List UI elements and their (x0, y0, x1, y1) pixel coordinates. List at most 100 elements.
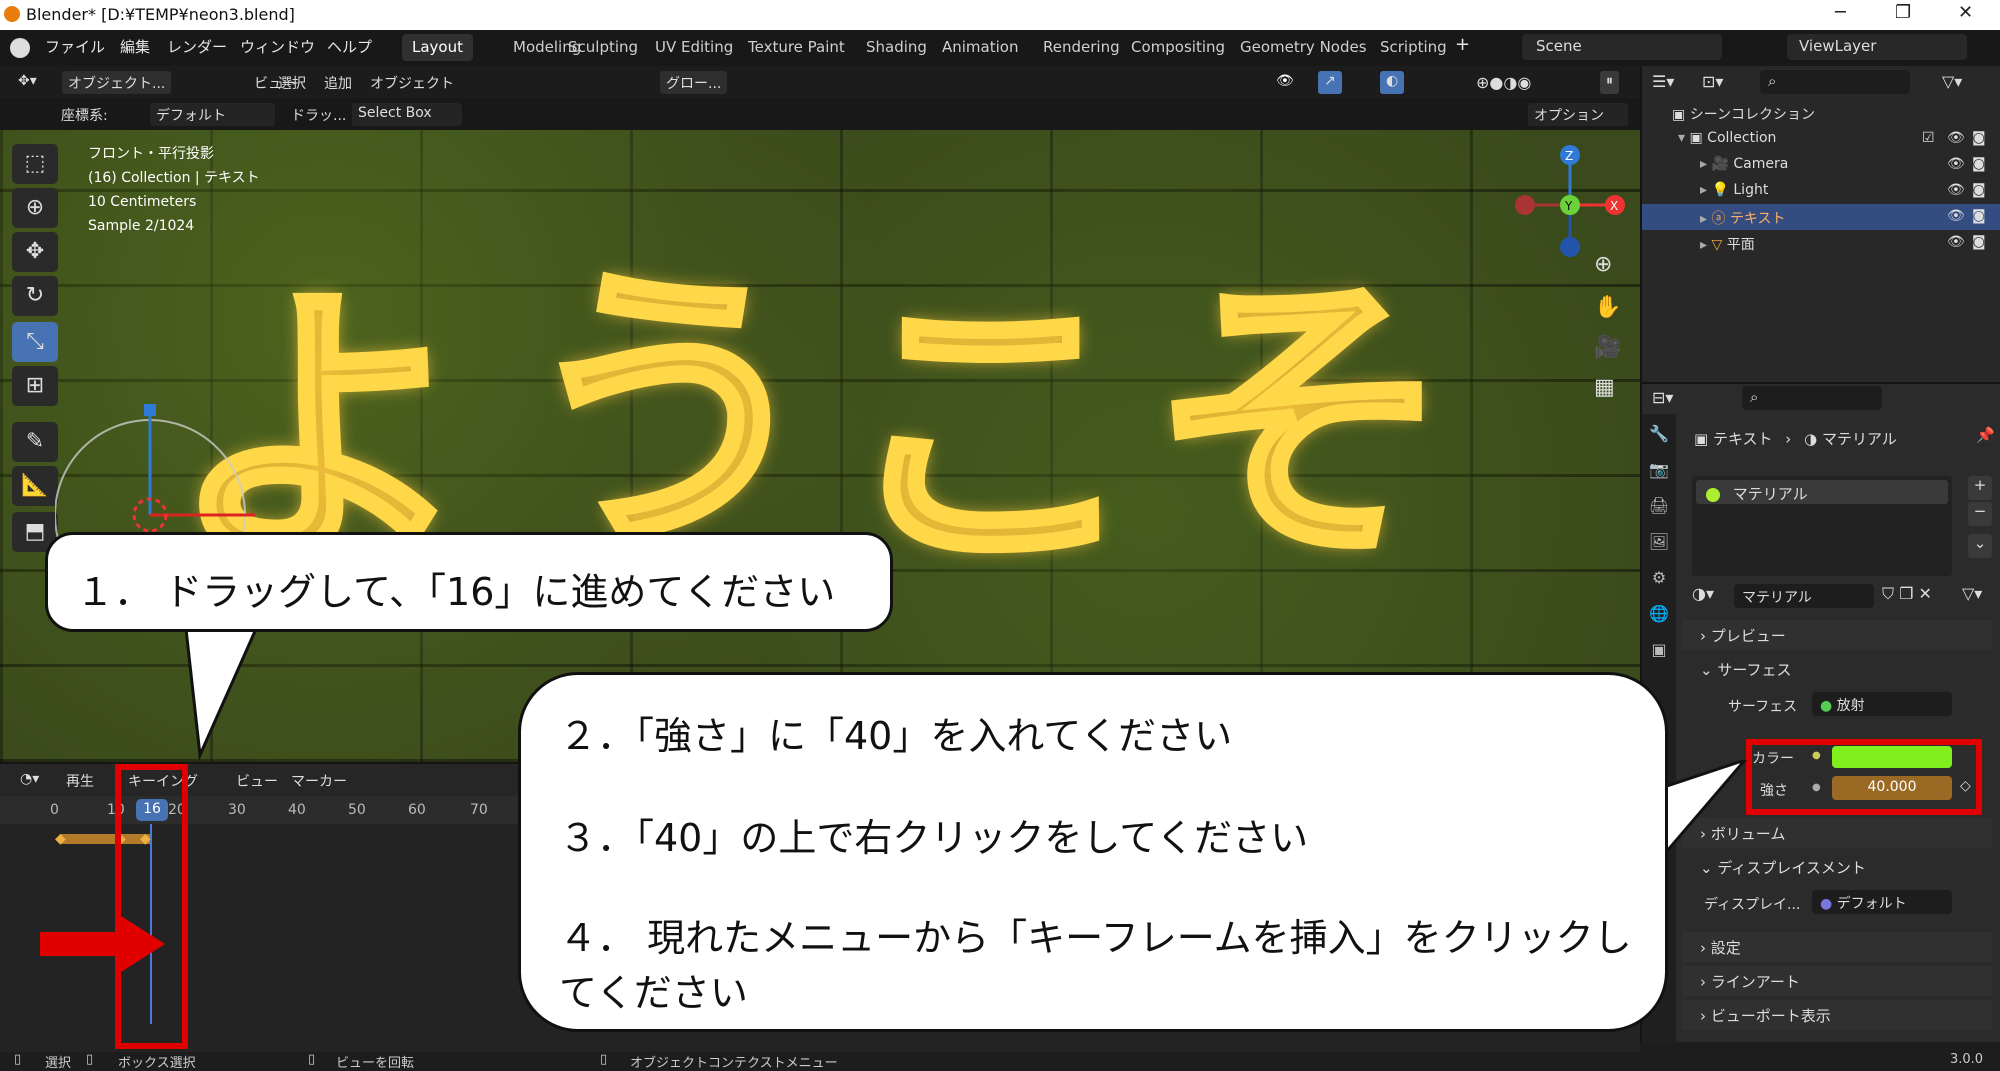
zoom-icon[interactable]: ⊕ (1594, 252, 1612, 277)
minimize-button[interactable]: ─ (1835, 2, 1846, 23)
outliner-row-text[interactable]: ▸ ⓐ テキスト 👁 ◙ (1642, 204, 2000, 230)
keyframe-diamond-icon[interactable]: ◆ (55, 831, 66, 847)
properties-editor-type-icon[interactable]: ⊟▾ (1652, 388, 1673, 407)
material-slot[interactable]: マテリアル (1696, 480, 1948, 504)
grid-view-icon[interactable]: ▦ (1594, 375, 1615, 400)
outliner-row-collection[interactable]: ▾ ▣ Collection ☑ 👁 ◙ (1642, 126, 2000, 152)
menu-marker[interactable]: マーカー (285, 769, 353, 792)
properties-search-input[interactable]: ⌕ (1742, 386, 1882, 410)
blender-menu-icon[interactable] (10, 38, 30, 58)
section-viewport-display[interactable]: › ビューポート表示 (1682, 1000, 1992, 1030)
tool-tab-icon[interactable]: 🔧 (1646, 424, 1672, 450)
tab-rendering[interactable]: Rendering (1033, 34, 1130, 61)
transform-orientation[interactable]: グロー... (660, 71, 728, 94)
expand-arrow-icon[interactable]: ▸ (1700, 182, 1711, 198)
expand-arrow-icon[interactable]: ▸ (1700, 156, 1711, 172)
pin-icon[interactable]: 📌 (1976, 426, 1995, 444)
select-box-dropdown[interactable]: Select Box (352, 103, 462, 126)
visibility-eye-icon[interactable]: 👁 (1947, 182, 1965, 198)
view-layer-selector[interactable]: ViewLayer (1787, 34, 1967, 60)
select-tool-icon[interactable]: ⬚ (12, 144, 58, 184)
restore-button[interactable]: ❐ (1895, 2, 1911, 23)
render-camera-icon[interactable]: ◙ (1972, 182, 1986, 198)
scale-tool-icon[interactable]: ⤡ (12, 322, 58, 362)
render-camera-icon[interactable]: ◙ (1972, 208, 1986, 224)
tab-uv-editing[interactable]: UV Editing (645, 34, 743, 61)
close-button[interactable]: ✕ (1958, 2, 1973, 23)
filter-icon[interactable]: ▽▾ (1942, 72, 1962, 91)
outliner-row-scene-collection[interactable]: ▣ シーンコレクション (1642, 100, 2000, 126)
menu-select[interactable]: 選択 (272, 71, 312, 94)
slot-menu-button[interactable]: ⌄ (1968, 534, 1992, 558)
tab-layout[interactable]: Layout (402, 34, 473, 61)
material-actions-icon[interactable]: ⛉ ❐ ✕ (1882, 584, 1932, 604)
menu-help[interactable]: ヘルプ (327, 36, 372, 57)
menu-edit[interactable]: 編集 (120, 36, 150, 57)
displacement-field[interactable]: ● デフォルト (1812, 890, 1952, 914)
menu-timeline-view[interactable]: ビュー (230, 769, 284, 792)
outliner-row-camera[interactable]: ▸ 🎥 Camera 👁 ◙ (1642, 152, 2000, 178)
section-preview[interactable]: › プレビュー (1682, 620, 1992, 650)
material-link-icon[interactable]: ▽▾ (1962, 584, 1982, 603)
menu-file[interactable]: ファイル (45, 36, 105, 57)
outliner-search-input[interactable]: ⌕ (1760, 70, 1910, 94)
move-tool-icon[interactable]: ✥ (12, 232, 58, 272)
tab-shading[interactable]: Shading (856, 34, 937, 61)
menu-render[interactable]: レンダー (167, 36, 227, 57)
tab-texture-paint[interactable]: Texture Paint (738, 34, 855, 61)
section-lineart[interactable]: › ラインアート (1682, 966, 1992, 996)
expand-arrow-icon[interactable]: ▾ (1678, 130, 1689, 146)
scene-tab-icon[interactable]: ⚙ (1646, 568, 1672, 594)
expand-arrow-icon[interactable]: ▸ (1700, 211, 1711, 227)
menu-add[interactable]: 追加 (318, 71, 358, 94)
expand-arrow-icon[interactable]: ▸ (1700, 237, 1711, 253)
tab-compositing[interactable]: Compositing (1121, 34, 1235, 61)
cursor-tool-icon[interactable]: ⊕ (12, 188, 58, 228)
menu-object[interactable]: オブジェクト (364, 71, 460, 94)
remove-slot-button[interactable]: − (1968, 502, 1992, 526)
collection-tab-icon[interactable]: ▣ (1646, 640, 1672, 666)
transform-tool-icon[interactable]: ⊞ (12, 366, 58, 406)
tab-sculpting[interactable]: Sculpting (558, 34, 648, 61)
material-name-field[interactable]: マテリアル (1734, 584, 1874, 608)
outliner-row-light[interactable]: ▸ 💡 Light 👁 ◙ (1642, 178, 2000, 204)
mode-selector[interactable]: オブジェクト... (62, 71, 172, 94)
measure-tool-icon[interactable]: 📐 (12, 466, 58, 506)
visibility-eye-icon[interactable]: 👁 (1947, 208, 1965, 224)
output-tab-icon[interactable]: 🖨 (1646, 496, 1672, 522)
annotate-tool-icon[interactable]: ✎ (12, 422, 58, 462)
section-settings[interactable]: › 設定 (1682, 932, 1992, 962)
section-surface[interactable]: ⌄ サーフェス (1682, 654, 1992, 684)
shading-modes-icon[interactable]: ⊕●◑◉ (1470, 71, 1537, 94)
add-slot-button[interactable]: + (1968, 476, 1992, 500)
menu-playback[interactable]: 再生 (60, 769, 100, 792)
tab-scripting[interactable]: Scripting (1370, 34, 1457, 61)
editor-type-icon[interactable]: ✥▾ (12, 71, 43, 94)
tab-geometry-nodes[interactable]: Geometry Nodes (1230, 34, 1377, 61)
gizmo-toggle-icon[interactable]: ↗ (1318, 71, 1342, 94)
tab-animation[interactable]: Animation (932, 34, 1028, 61)
rotate-tool-icon[interactable]: ↻ (12, 276, 58, 316)
pause-render-icon[interactable]: ⏸ (1600, 71, 1619, 94)
menu-window[interactable]: ウィンドウ (240, 36, 315, 57)
render-camera-icon[interactable]: ◙ (1972, 156, 1986, 172)
render-camera-icon[interactable]: ◙ (1972, 130, 1986, 146)
checkbox-icon[interactable]: ☑ (1922, 130, 1935, 146)
visibility-eye-icon[interactable]: 👁 (1947, 156, 1965, 172)
visibility-eye-icon[interactable]: 👁 (1947, 130, 1965, 146)
outliner-display-icon[interactable]: ☰▾ (1652, 72, 1674, 91)
coord-system-dropdown[interactable]: デフォルト (150, 103, 275, 126)
camera-view-icon[interactable]: 🎥 (1594, 335, 1621, 360)
view-layer-tab-icon[interactable]: 🖼 (1646, 532, 1672, 558)
visibility-icon[interactable]: 👁 (1270, 71, 1300, 94)
material-browse-icon[interactable]: ◑▾ (1692, 584, 1714, 603)
pan-hand-icon[interactable]: ✋ (1594, 295, 1621, 320)
options-dropdown[interactable]: オプション (1528, 103, 1628, 126)
render-tab-icon[interactable]: 📷 (1646, 460, 1672, 486)
render-camera-icon[interactable]: ◙ (1972, 234, 1986, 250)
overlay-toggle-icon[interactable]: ◐ (1380, 71, 1405, 94)
world-tab-icon[interactable]: 🌐 (1646, 604, 1672, 630)
surface-shader-field[interactable]: ● 放射 (1812, 692, 1952, 716)
outliner-row-plane[interactable]: ▸ ▽ 平面 👁 ◙ (1642, 230, 2000, 256)
navigation-gizmo[interactable]: Z Y X (1510, 140, 1630, 270)
